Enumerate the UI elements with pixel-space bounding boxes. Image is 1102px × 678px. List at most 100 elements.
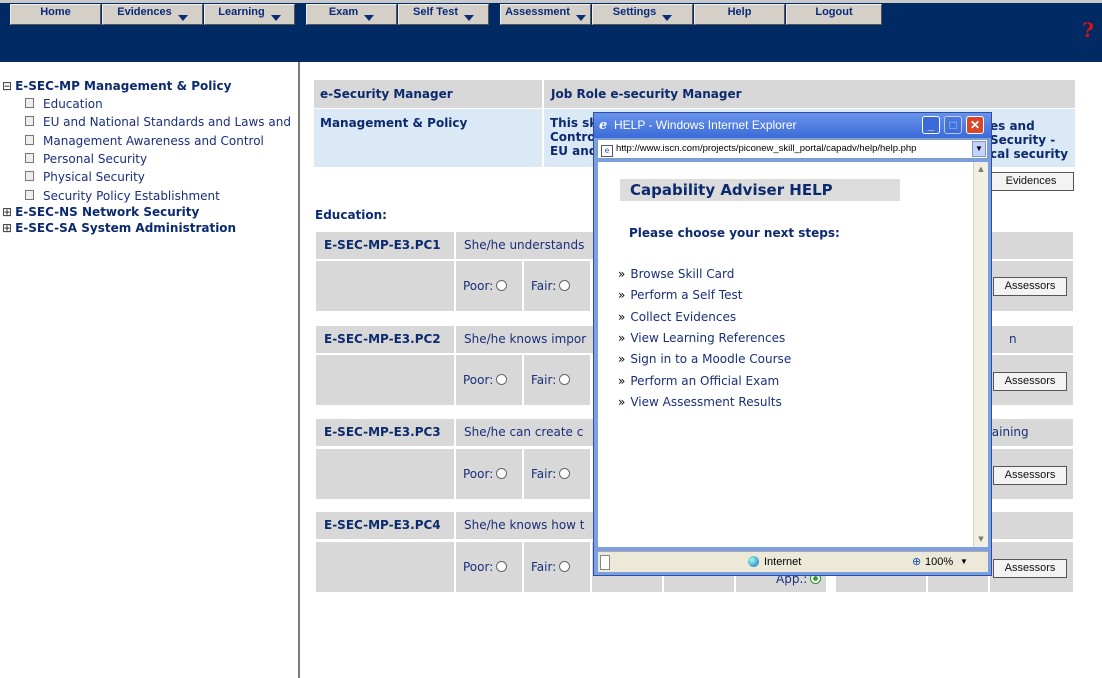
rating-poor-cell: Poor:	[456, 542, 522, 592]
rating-poor-cell: Poor:	[456, 355, 522, 405]
link-collect-evidences[interactable]: » Collect Evidences	[618, 310, 736, 324]
jobrole-title: Job Role e-security Manager	[551, 87, 742, 101]
close-button[interactable]: ✕	[966, 116, 984, 134]
nav-exam[interactable]: Exam	[306, 4, 397, 25]
minimize-button[interactable]: _	[922, 116, 940, 134]
radio-poor[interactable]	[496, 374, 508, 385]
double-chevron-icon: »	[618, 267, 626, 281]
radio-poor[interactable]	[496, 468, 508, 479]
double-chevron-icon: »	[618, 331, 626, 345]
popup-statusbar: Internet ⊕ 100% ▼	[598, 551, 988, 572]
popup-title: HELP - Windows Internet Explorer	[614, 118, 797, 132]
document-icon	[25, 135, 34, 145]
tree-node-mp[interactable]: ⊟ E-SEC-MP Management & Policy	[2, 79, 231, 93]
pc-blank-cell	[316, 261, 454, 311]
zoom-dropdown-icon[interactable]: ▼	[960, 552, 968, 572]
nav-learning[interactable]: Learning	[204, 4, 295, 25]
pc-text: She/he can create c	[464, 425, 584, 439]
pc-code-cell: E-SEC-MP-E3.PC4	[316, 512, 454, 539]
help-popup-window: e HELP - Windows Internet Explorer _ □ ✕…	[593, 112, 992, 576]
address-dropdown-icon[interactable]: ▼	[972, 141, 986, 157]
zoom-level[interactable]: 100%	[925, 552, 953, 572]
nav-logout[interactable]: Logout	[786, 4, 882, 25]
pc-code-cell: E-SEC-MP-E3.PC1	[316, 232, 454, 259]
chevron-down-icon	[662, 15, 673, 21]
link-official-exam[interactable]: » Perform an Official Exam	[618, 374, 779, 388]
expand-icon[interactable]: ⊞	[2, 221, 12, 235]
document-icon	[25, 171, 34, 181]
chevron-down-icon	[177, 15, 188, 21]
role-title: e-Security Manager	[320, 87, 453, 101]
sidebar-tree: ⊟ E-SEC-MP Management & Policy Education …	[0, 62, 300, 678]
document-icon	[25, 98, 34, 108]
address-bar[interactable]: e http://www.iscn.com/projects/piconew_sk…	[597, 139, 988, 159]
assessors-button[interactable]: Assessors	[993, 466, 1067, 485]
tree-item-management-awareness[interactable]: Management Awareness and Control	[25, 134, 300, 148]
link-browse-skill-card[interactable]: » Browse Skill Card	[618, 267, 734, 281]
radio-fair[interactable]	[559, 280, 571, 291]
document-icon	[25, 153, 34, 163]
help-subheading: Please choose your next steps:	[629, 226, 840, 240]
radio-fair[interactable]	[559, 468, 571, 479]
top-navbar: Home Evidences Learning Exam Self Test A…	[0, 0, 1102, 62]
double-chevron-icon: »	[618, 310, 626, 324]
address-url: http://www.iscn.com/projects/piconew_ski…	[616, 143, 917, 154]
double-chevron-icon: »	[618, 374, 626, 388]
rating-fair-cell: Fair:	[524, 542, 590, 592]
tree-item-physical-security[interactable]: Physical Security	[25, 170, 300, 184]
evidences-button[interactable]: Evidences	[988, 172, 1074, 191]
chevron-down-icon	[270, 15, 281, 21]
rating-fair-cell: Fair:	[524, 355, 590, 405]
popup-content: Capability Adviser HELP Please choose yo…	[598, 162, 973, 547]
popup-titlebar[interactable]: e HELP - Windows Internet Explorer _ □ ✕	[594, 113, 991, 138]
desc-tail-3: cal security	[990, 147, 1069, 161]
nav-help[interactable]: Help	[694, 4, 785, 25]
rating-poor-cell: Poor:	[456, 261, 522, 311]
area-title: Management & Policy	[320, 116, 468, 130]
nav-self-test[interactable]: Self Test	[398, 4, 489, 25]
assessors-button[interactable]: Assessors	[993, 559, 1067, 578]
radio-poor[interactable]	[496, 280, 508, 291]
radio-fair[interactable]	[559, 374, 571, 385]
help-question-icon[interactable]: ?	[1082, 18, 1094, 42]
link-self-test[interactable]: » Perform a Self Test	[618, 288, 742, 302]
double-chevron-icon: »	[618, 395, 626, 409]
pc-text: She/he knows how t	[464, 518, 585, 532]
expand-icon[interactable]: ⊞	[2, 205, 12, 219]
link-assessment-results[interactable]: » View Assessment Results	[618, 395, 782, 409]
chevron-down-icon	[364, 15, 375, 21]
scroll-up-arrow[interactable]: ▲	[974, 162, 988, 177]
pc-text: She/he understands	[464, 238, 585, 252]
scroll-down-arrow[interactable]: ▼	[974, 532, 988, 547]
popup-scrollbar[interactable]: ▲ ▼	[973, 162, 988, 547]
tree-node-sa[interactable]: ⊞ E-SEC-SA System Administration	[2, 221, 236, 235]
nav-home[interactable]: Home	[10, 4, 101, 25]
tree-item-security-policy[interactable]: Security Policy Establishment	[25, 189, 300, 203]
nav-assessment[interactable]: Assessment	[500, 4, 591, 25]
help-heading: Capability Adviser HELP	[630, 181, 833, 199]
assessors-button[interactable]: Assessors	[993, 277, 1067, 296]
link-learning-references[interactable]: » View Learning References	[618, 331, 785, 345]
maximize-button[interactable]: □	[944, 116, 962, 134]
radio-fair[interactable]	[559, 561, 571, 572]
pc-code: E-SEC-MP-E3.PC3	[324, 425, 441, 439]
radio-poor[interactable]	[496, 561, 508, 572]
tree-node-ns[interactable]: ⊞ E-SEC-NS Network Security	[2, 205, 199, 219]
document-icon	[25, 190, 34, 200]
link-moodle-course[interactable]: » Sign in to a Moodle Course	[618, 352, 791, 366]
zoom-icon: ⊕	[912, 556, 922, 568]
tree-item-education[interactable]: Education	[25, 97, 300, 111]
nav-evidences[interactable]: Evidences	[102, 4, 203, 25]
tree-item-eu-standards[interactable]: EU and National Standards and Laws and	[25, 115, 300, 129]
double-chevron-icon: »	[618, 352, 626, 366]
pc-text: She/he knows impor	[464, 332, 587, 346]
pc-code: E-SEC-MP-E3.PC2	[324, 332, 441, 346]
chevron-down-icon	[464, 15, 475, 21]
nav-settings[interactable]: Settings	[592, 4, 693, 25]
collapse-icon[interactable]: ⊟	[2, 79, 12, 93]
tree-item-personal-security[interactable]: Personal Security	[25, 152, 300, 166]
pc-text-tail: n	[1009, 332, 1017, 346]
page-icon: e	[601, 145, 613, 157]
assessors-button[interactable]: Assessors	[993, 372, 1067, 391]
top-border	[0, 0, 1102, 3]
